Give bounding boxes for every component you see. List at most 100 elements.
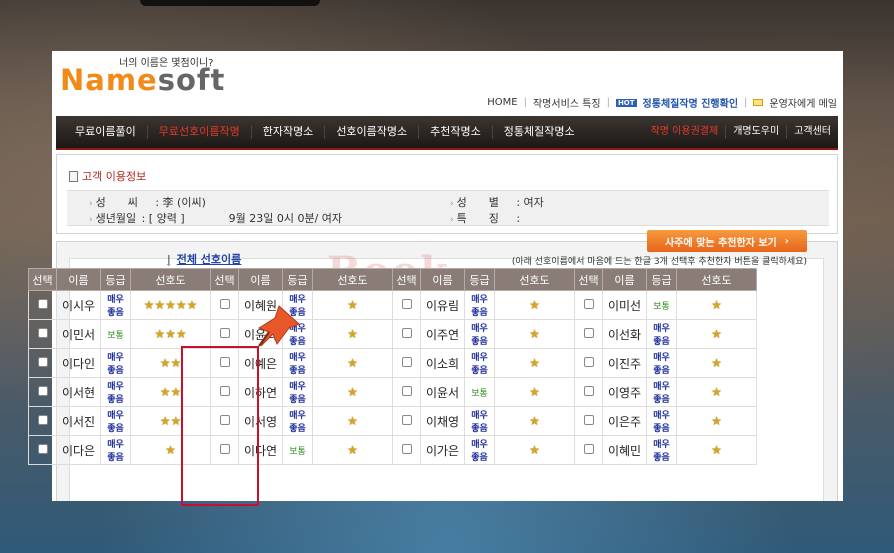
select-checkbox[interactable]: [219, 443, 230, 454]
select-checkbox[interactable]: [583, 356, 594, 367]
pushpin-icon: [257, 305, 300, 347]
column-header: 선호도: [312, 268, 393, 291]
table-header-row: 선택 이름 등급 선호도 선택 이름 등급 선호도 선택 이름 등급 선호도 선택 이름 등급 선호도: [28, 268, 757, 291]
select-checkbox[interactable]: [37, 327, 48, 338]
progress-check-link[interactable]: 정통체질작명 진행확인: [643, 95, 738, 110]
home-link[interactable]: HOME: [487, 97, 517, 108]
select-cell: [210, 435, 239, 465]
select-checkbox[interactable]: [219, 298, 230, 309]
grade-cell: 매우 좋음: [100, 348, 131, 378]
gender-value: : 여자: [516, 196, 544, 209]
name-cell: 이은주: [602, 406, 647, 436]
preference-cell: ★: [494, 406, 575, 436]
preference-cell: ★: [312, 290, 393, 320]
grade-label: 매우 좋음: [653, 440, 670, 463]
all-preferred-link[interactable]: | 전체 선호이름: [167, 251, 241, 267]
star-icon: ★: [170, 414, 182, 428]
select-checkbox[interactable]: [219, 414, 230, 425]
nav-hanja-naming[interactable]: 한자작명소: [250, 125, 325, 139]
feature-row: › 특 징 :: [450, 212, 521, 225]
select-checkbox[interactable]: [37, 443, 48, 454]
hot-badge: HOT: [615, 98, 637, 107]
surname-label: 성 씨: [95, 196, 138, 209]
column-header: 등급: [282, 268, 313, 291]
grade-cell: 매우 좋음: [646, 435, 677, 465]
grade-label: 매우 좋음: [653, 324, 670, 347]
star-icon: ★: [159, 356, 171, 370]
main-nav: 무료이름풀이 무료선호이름작명 한자작명소 선호이름작명소 추천작명소 정통체질…: [56, 116, 838, 150]
grade-label: 매우 좋음: [653, 411, 670, 434]
star-icon: ★: [347, 298, 358, 312]
column-header: 선택: [392, 268, 421, 291]
select-checkbox[interactable]: [401, 327, 412, 338]
select-checkbox[interactable]: [219, 327, 230, 338]
select-cell: [574, 319, 603, 349]
select-checkbox[interactable]: [583, 327, 594, 338]
select-checkbox[interactable]: [37, 298, 48, 309]
preference-cell: ★: [312, 377, 393, 407]
grade-cell: 매우 좋음: [646, 319, 677, 349]
features-link[interactable]: 작명서비스 특징: [533, 95, 601, 110]
feature-value: :: [516, 212, 521, 225]
nav-payment[interactable]: 작명 이용권결제: [644, 125, 726, 139]
select-cell: [574, 377, 603, 407]
select-checkbox[interactable]: [401, 414, 412, 425]
grade-cell: 매우 좋음: [100, 406, 131, 436]
star-icon: ★: [186, 298, 198, 312]
select-checkbox[interactable]: [583, 414, 594, 425]
surname-row: › 성 씨 : 李 (이씨): [89, 196, 206, 209]
logo-name: Name: [60, 63, 158, 97]
select-checkbox[interactable]: [37, 356, 48, 367]
background-shadow: [140, 0, 320, 6]
select-cell: [28, 435, 57, 465]
grade-cell: 매우 좋음: [646, 377, 677, 407]
nav-free-name-reading[interactable]: 무료이름풀이: [64, 125, 147, 139]
preference-cell: ★: [676, 290, 757, 320]
grade-label: 매우 좋음: [471, 353, 488, 376]
select-checkbox[interactable]: [401, 385, 412, 396]
info-title-text: 고객 이용정보: [82, 170, 147, 183]
select-checkbox[interactable]: [219, 356, 230, 367]
name-cell: 이혜민: [602, 435, 647, 465]
select-checkbox[interactable]: [583, 443, 594, 454]
select-checkbox[interactable]: [219, 385, 230, 396]
column-header: 선택: [210, 268, 239, 291]
grade-cell: 매우 좋음: [464, 435, 495, 465]
name-cell: 이영주: [602, 377, 647, 407]
nav-rename-helper[interactable]: 개명도우미: [725, 125, 786, 139]
grade-label: 매우 좋음: [107, 295, 124, 318]
preference-cell: ★: [676, 406, 757, 436]
star-icon: ★: [165, 298, 176, 312]
star-icon: ★: [347, 443, 358, 457]
star-icon: ★: [711, 356, 722, 370]
recommend-hanja-button[interactable]: 사주에 맞는 추천한자 보기 ›: [647, 230, 807, 252]
select-checkbox[interactable]: [37, 385, 48, 396]
nav-preferred-naming[interactable]: 선호이름작명소: [324, 125, 418, 139]
divider: |: [744, 97, 748, 108]
nav-constitution-naming[interactable]: 정통체질작명소: [491, 125, 586, 139]
name-cell: 이주연: [420, 319, 465, 349]
select-cell: [210, 406, 239, 436]
logo[interactable]: Namesoft: [60, 65, 225, 95]
select-checkbox[interactable]: [401, 298, 412, 309]
star-icon: ★: [143, 298, 155, 312]
feature-label: 특 징: [456, 212, 499, 225]
table-row: 이서현 매우 좋음 ★★ 이하연 매우 좋음 ★ 이윤서 보통 ★ 이영주 매우 좋음 ★: [28, 377, 757, 407]
select-checkbox[interactable]: [583, 298, 594, 309]
select-checkbox[interactable]: [583, 385, 594, 396]
star-icon: ★: [347, 356, 358, 370]
preference-cell: ★★: [130, 377, 211, 407]
star-icon: ★: [529, 327, 540, 341]
select-checkbox[interactable]: [401, 356, 412, 367]
birth-value: : [ 양력 ] 9월 23일 0시 0분/ 여자: [141, 212, 343, 225]
select-cell: [392, 406, 421, 436]
mail-link[interactable]: 운영자에게 메일: [769, 95, 837, 110]
select-checkbox[interactable]: [37, 414, 48, 425]
nav-recommend-naming[interactable]: 추천작명소: [418, 125, 492, 139]
nav-customer-center[interactable]: 고객센터: [786, 125, 838, 139]
grade-cell: 매우 좋음: [282, 406, 313, 436]
select-checkbox[interactable]: [401, 443, 412, 454]
select-cell: [392, 290, 421, 320]
table-row: 이서진 매우 좋음 ★★ 이서영 매우 좋음 ★ 이채영 매우 좋음 ★ 이은주 매우 좋음 ★: [28, 406, 757, 436]
nav-free-preferred-naming[interactable]: 무료선호이름작명: [146, 125, 251, 139]
